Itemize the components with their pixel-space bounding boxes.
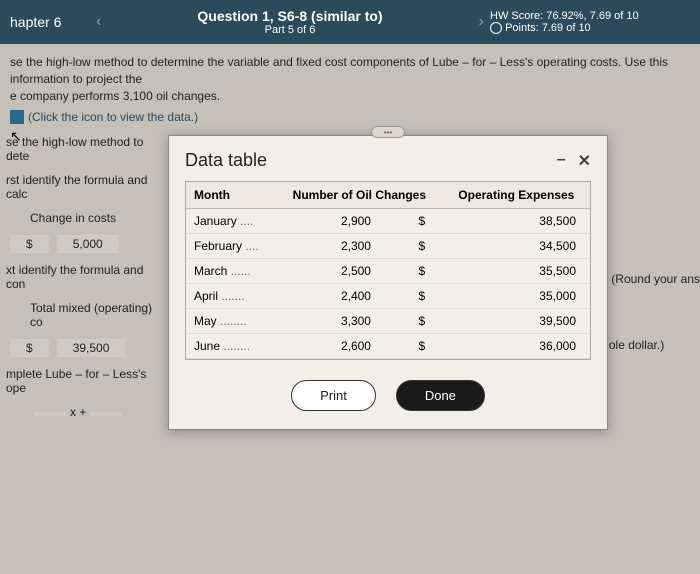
question-part: Part 5 of 6 <box>107 24 472 36</box>
hw-score: HW Score: 76.92%, 7.69 of 10 <box>490 10 690 22</box>
cell-currency: $ <box>401 259 443 284</box>
bg-label: Total mixed (operating) co <box>0 296 170 334</box>
cell-currency: $ <box>401 309 443 334</box>
value-cell: 39,500 <box>57 339 126 357</box>
bg-text: xt identify the formula and con <box>0 258 170 296</box>
points-score: Points: 7.69 of 10 <box>505 22 591 34</box>
cell-expenses: 35,500 <box>443 259 590 284</box>
cell-changes: 2,300 <box>276 234 401 259</box>
table-row: April .......2,400$35,000 <box>186 284 590 309</box>
cell-month: June ........ <box>186 334 276 359</box>
table-icon <box>10 110 24 124</box>
cell-changes: 3,300 <box>276 309 401 334</box>
next-arrow[interactable]: › <box>473 13 490 31</box>
cell-expenses: 39,500 <box>443 309 590 334</box>
data-table-modal: ••• Data table – ✕ Month Number of Oil C… <box>168 135 608 430</box>
cell-month: February .... <box>186 234 276 259</box>
page-header: hapter 6 ‹ Question 1, S6-8 (similar to)… <box>0 0 700 44</box>
drag-handle-icon[interactable]: ••• <box>371 126 405 138</box>
question-title: Question 1, S6-8 (similar to) <box>107 8 472 24</box>
bg-label: Change in costs <box>0 206 170 230</box>
cell-expenses: 35,000 <box>443 284 590 309</box>
problem-line1: se the high-low method to determine the … <box>10 54 690 88</box>
done-button[interactable]: Done <box>396 380 485 411</box>
chapter-label: hapter 6 <box>10 14 90 30</box>
table-row: February ....2,300$34,500 <box>186 234 590 259</box>
cell-currency: $ <box>401 209 443 234</box>
cell-month: March ...... <box>186 259 276 284</box>
prev-arrow[interactable]: ‹ <box>90 13 107 31</box>
cell-expenses: 38,500 <box>443 209 590 234</box>
cell-currency: $ <box>401 334 443 359</box>
cell-month: May ........ <box>186 309 276 334</box>
bg-text: se the high-low method to dete <box>0 130 170 168</box>
cell-changes: 2,500 <box>276 259 401 284</box>
currency-cell: $ <box>10 339 49 357</box>
modal-title: Data table <box>185 150 267 171</box>
cell-changes: 2,400 <box>276 284 401 309</box>
input-cell[interactable] <box>90 412 122 416</box>
background-form: se the high-low method to dete rst ident… <box>0 130 170 424</box>
view-data-text: (Click the icon to view the data.) <box>28 110 198 124</box>
header-center: Question 1, S6-8 (similar to) Part 5 of … <box>107 8 472 36</box>
bg-text: mplete Lube – for – Less's ope <box>0 362 170 400</box>
data-table: Month Number of Oil Changes Operating Ex… <box>186 182 590 359</box>
cell-currency: $ <box>401 234 443 259</box>
problem-line2: e company performs 3,100 oil changes. <box>10 88 690 105</box>
table-row: January ....2,900$38,500 <box>186 209 590 234</box>
col-expenses: Operating Expenses <box>443 182 590 209</box>
cell-changes: 2,900 <box>276 209 401 234</box>
cell-changes: 2,600 <box>276 334 401 359</box>
table-row: June ........2,600$36,000 <box>186 334 590 359</box>
cell-currency: $ <box>401 284 443 309</box>
table-container: Month Number of Oil Changes Operating Ex… <box>185 181 591 360</box>
modal-footer: Print Done <box>169 360 607 429</box>
bg-text: rst identify the formula and calc <box>0 168 170 206</box>
modal-header: Data table – ✕ <box>169 136 607 181</box>
problem-statement: se the high-low method to determine the … <box>0 44 700 108</box>
close-icon[interactable]: ✕ <box>578 151 591 171</box>
col-month: Month <box>186 182 276 209</box>
value-cell: 5,000 <box>57 235 119 253</box>
cell-month: January .... <box>186 209 276 234</box>
minimize-icon[interactable]: – <box>557 151 566 171</box>
currency-cell: $ <box>10 235 49 253</box>
table-row: March ......2,500$35,500 <box>186 259 590 284</box>
bg-eq: x + <box>70 405 86 419</box>
table-row: May ........3,300$39,500 <box>186 309 590 334</box>
cell-month: April ....... <box>186 284 276 309</box>
score-block: HW Score: 76.92%, 7.69 of 10 Points: 7.6… <box>490 10 690 34</box>
input-cell[interactable] <box>34 412 66 416</box>
cell-expenses: 34,500 <box>443 234 590 259</box>
col-changes: Number of Oil Changes <box>276 182 443 209</box>
view-data-link[interactable]: (Click the icon to view the data.) <box>0 108 700 126</box>
target-icon <box>490 22 502 34</box>
table-header-row: Month Number of Oil Changes Operating Ex… <box>186 182 590 209</box>
cell-expenses: 36,000 <box>443 334 590 359</box>
print-button[interactable]: Print <box>291 380 376 411</box>
